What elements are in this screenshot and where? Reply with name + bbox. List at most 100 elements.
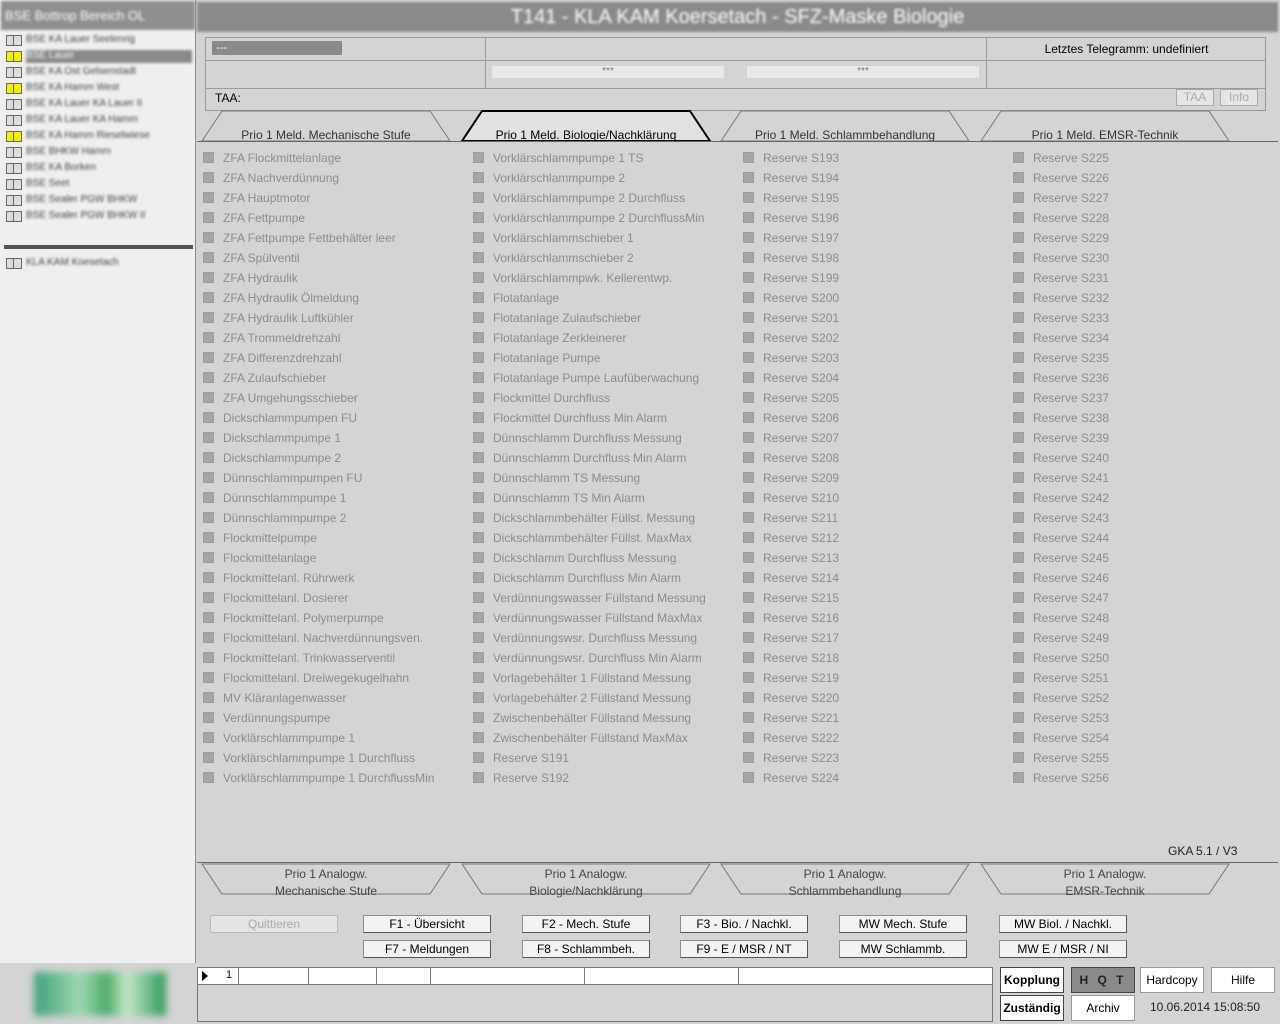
message-item[interactable]: Reserve S214 xyxy=(737,568,1007,588)
message-item[interactable]: Vorklärschlammschieber 2 xyxy=(467,248,737,268)
message-item[interactable]: Reserve S227 xyxy=(1007,188,1277,208)
message-item[interactable]: Flockmittel Durchfluss xyxy=(467,388,737,408)
hardcopy-button[interactable]: Hardcopy xyxy=(1140,967,1204,993)
message-item[interactable]: Reserve S238 xyxy=(1007,408,1277,428)
message-item[interactable]: Flotatanlage Zerkleinerer xyxy=(467,328,737,348)
message-item[interactable]: Reserve S202 xyxy=(737,328,1007,348)
tab-emsr[interactable]: Prio 1 Meld. EMSR-Technik xyxy=(979,110,1231,142)
message-item[interactable]: Dickschlammbehälter Füllst. Messung xyxy=(467,508,737,528)
message-item[interactable]: Reserve S215 xyxy=(737,588,1007,608)
message-item[interactable]: Flotatanlage Pumpe Laufüberwachung xyxy=(467,368,737,388)
message-item[interactable]: Reserve S245 xyxy=(1007,548,1277,568)
tab-sludge[interactable]: Prio 1 Meld. Schlammbehandlung xyxy=(719,110,971,142)
message-item[interactable]: Reserve S197 xyxy=(737,228,1007,248)
message-item[interactable]: Reserve S208 xyxy=(737,448,1007,468)
message-item[interactable]: Reserve S251 xyxy=(1007,668,1277,688)
message-item[interactable]: ZFA Spülventil xyxy=(197,248,467,268)
message-item[interactable]: Dünnschlamm TS Messung xyxy=(467,468,737,488)
message-item[interactable]: Reserve S247 xyxy=(1007,588,1277,608)
message-item[interactable]: Flotatanlage Pumpe xyxy=(467,348,737,368)
message-item[interactable]: Dickschlammpumpen FU xyxy=(197,408,467,428)
message-item[interactable]: Verdünnungswasser Füllstand Messung xyxy=(467,588,737,608)
message-item[interactable]: Reserve S204 xyxy=(737,368,1007,388)
message-item[interactable]: ZFA Zulaufschieber xyxy=(197,368,467,388)
message-item[interactable]: Reserve S219 xyxy=(737,668,1007,688)
message-item[interactable]: Reserve S205 xyxy=(737,388,1007,408)
message-item[interactable]: Reserve S192 xyxy=(467,768,737,788)
message-item[interactable]: Flockmittelanl. Dreiwegekugelhahn xyxy=(197,668,467,688)
message-item[interactable]: Reserve S252 xyxy=(1007,688,1277,708)
f1-overview-button[interactable]: F1 - Übersicht xyxy=(363,915,491,933)
message-item[interactable]: Verdünnungswsr. Durchfluss Min Alarm xyxy=(467,648,737,668)
message-item[interactable]: Reserve S250 xyxy=(1007,648,1277,668)
tab-biology[interactable]: Prio 1 Meld. Biologie/Nachklärung xyxy=(460,110,712,142)
help-button[interactable]: Hilfe xyxy=(1211,967,1275,993)
hqt-button[interactable]: H Q T xyxy=(1071,967,1135,993)
message-item[interactable]: Dickschlammpumpe 1 xyxy=(197,428,467,448)
message-item[interactable]: Verdünnungswsr. Durchfluss Messung xyxy=(467,628,737,648)
archive-button[interactable]: Archiv xyxy=(1071,995,1135,1021)
quit-button[interactable]: Quittieren xyxy=(210,915,338,933)
message-item[interactable]: Reserve S255 xyxy=(1007,748,1277,768)
message-item[interactable]: Vorklärschlammpumpe 1 DurchflussMin xyxy=(197,768,467,788)
message-item[interactable]: Reserve S231 xyxy=(1007,268,1277,288)
nav-item[interactable]: BSE Sealer PGW BHKW xyxy=(4,193,193,208)
message-item[interactable]: Reserve S200 xyxy=(737,288,1007,308)
message-item[interactable]: Reserve S220 xyxy=(737,688,1007,708)
message-item[interactable]: Flockmittelanl. Polymerpumpe xyxy=(197,608,467,628)
nav-item[interactable]: BSE KA Lauer KA Lauer II xyxy=(4,97,193,112)
message-item[interactable]: Reserve S254 xyxy=(1007,728,1277,748)
message-item[interactable]: ZFA Fettpumpe xyxy=(197,208,467,228)
message-item[interactable]: Reserve S236 xyxy=(1007,368,1277,388)
responsible-button[interactable]: Zuständig xyxy=(1000,995,1064,1021)
analog-tab-sludge[interactable]: Prio 1 Analogw. Schlammbehandlung xyxy=(719,863,971,898)
message-item[interactable]: Reserve S210 xyxy=(737,488,1007,508)
message-item[interactable]: Reserve S212 xyxy=(737,528,1007,548)
message-item[interactable]: Flotatanlage xyxy=(467,288,737,308)
message-item[interactable]: Reserve S224 xyxy=(737,768,1007,788)
message-item[interactable]: Reserve S253 xyxy=(1007,708,1277,728)
message-item[interactable]: Vorklärschlammpumpe 2 xyxy=(467,168,737,188)
taa-button[interactable]: TAA xyxy=(1176,89,1214,106)
f7-messages-button[interactable]: F7 - Meldungen xyxy=(363,940,491,958)
message-item[interactable]: Reserve S234 xyxy=(1007,328,1277,348)
message-item[interactable]: Dickschlamm Durchfluss Messung xyxy=(467,548,737,568)
message-item[interactable]: Reserve S195 xyxy=(737,188,1007,208)
message-item[interactable]: Vorklärschlammpumpe 1 xyxy=(197,728,467,748)
message-item[interactable]: Reserve S230 xyxy=(1007,248,1277,268)
message-item[interactable]: Reserve S193 xyxy=(737,148,1007,168)
alarm-message-row[interactable]: 1 xyxy=(198,968,992,985)
message-item[interactable]: Dickschlammpumpe 2 xyxy=(197,448,467,468)
message-item[interactable]: ZFA Fettpumpe Fettbehälter leer xyxy=(197,228,467,248)
message-item[interactable]: Reserve S217 xyxy=(737,628,1007,648)
message-item[interactable]: ZFA Trommeldrehzahl xyxy=(197,328,467,348)
message-item[interactable]: Verdünnungspumpe xyxy=(197,708,467,728)
message-item[interactable]: Reserve S191 xyxy=(467,748,737,768)
analog-tab-biology[interactable]: Prio 1 Analogw. Biologie/Nachklärung xyxy=(460,863,712,898)
coupling-button[interactable]: Kopplung xyxy=(1000,967,1064,993)
f9-emsr-button[interactable]: F9 - E / MSR / NT xyxy=(680,940,808,958)
message-item[interactable]: Reserve S244 xyxy=(1007,528,1277,548)
message-item[interactable]: Reserve S223 xyxy=(737,748,1007,768)
message-item[interactable]: Reserve S198 xyxy=(737,248,1007,268)
nav-item[interactable]: BSE KA Borken xyxy=(4,161,193,176)
message-item[interactable]: Reserve S209 xyxy=(737,468,1007,488)
mw-sludge-button[interactable]: MW Schlammb. xyxy=(839,940,967,958)
message-item[interactable]: Reserve S235 xyxy=(1007,348,1277,368)
message-item[interactable]: Reserve S213 xyxy=(737,548,1007,568)
tab-mechanical-stage[interactable]: Prio 1 Meld. Mechanische Stufe xyxy=(200,110,452,142)
mw-mech-stage-button[interactable]: MW Mech. Stufe xyxy=(839,915,967,933)
nav-item[interactable]: BSE KA Lauer Seelenrig xyxy=(4,33,193,48)
message-item[interactable]: Reserve S196 xyxy=(737,208,1007,228)
message-item[interactable]: Flockmittelanl. Nachverdünnungsven. xyxy=(197,628,467,648)
message-item[interactable]: Reserve S229 xyxy=(1007,228,1277,248)
f3-bio-button[interactable]: F3 - Bio. / Nachkl. xyxy=(680,915,808,933)
message-item[interactable]: ZFA Differenzdrehzahl xyxy=(197,348,467,368)
nav-item[interactable]: BSE Sealer PGW BHKW II xyxy=(4,209,193,224)
message-item[interactable]: Reserve S203 xyxy=(737,348,1007,368)
message-item[interactable]: Zwischenbehälter Füllstand Messung xyxy=(467,708,737,728)
f2-mech-stage-button[interactable]: F2 - Mech. Stufe xyxy=(522,915,650,933)
message-item[interactable]: Reserve S216 xyxy=(737,608,1007,628)
message-item[interactable]: Reserve S206 xyxy=(737,408,1007,428)
nav-item[interactable]: BSE Seet xyxy=(4,177,193,192)
